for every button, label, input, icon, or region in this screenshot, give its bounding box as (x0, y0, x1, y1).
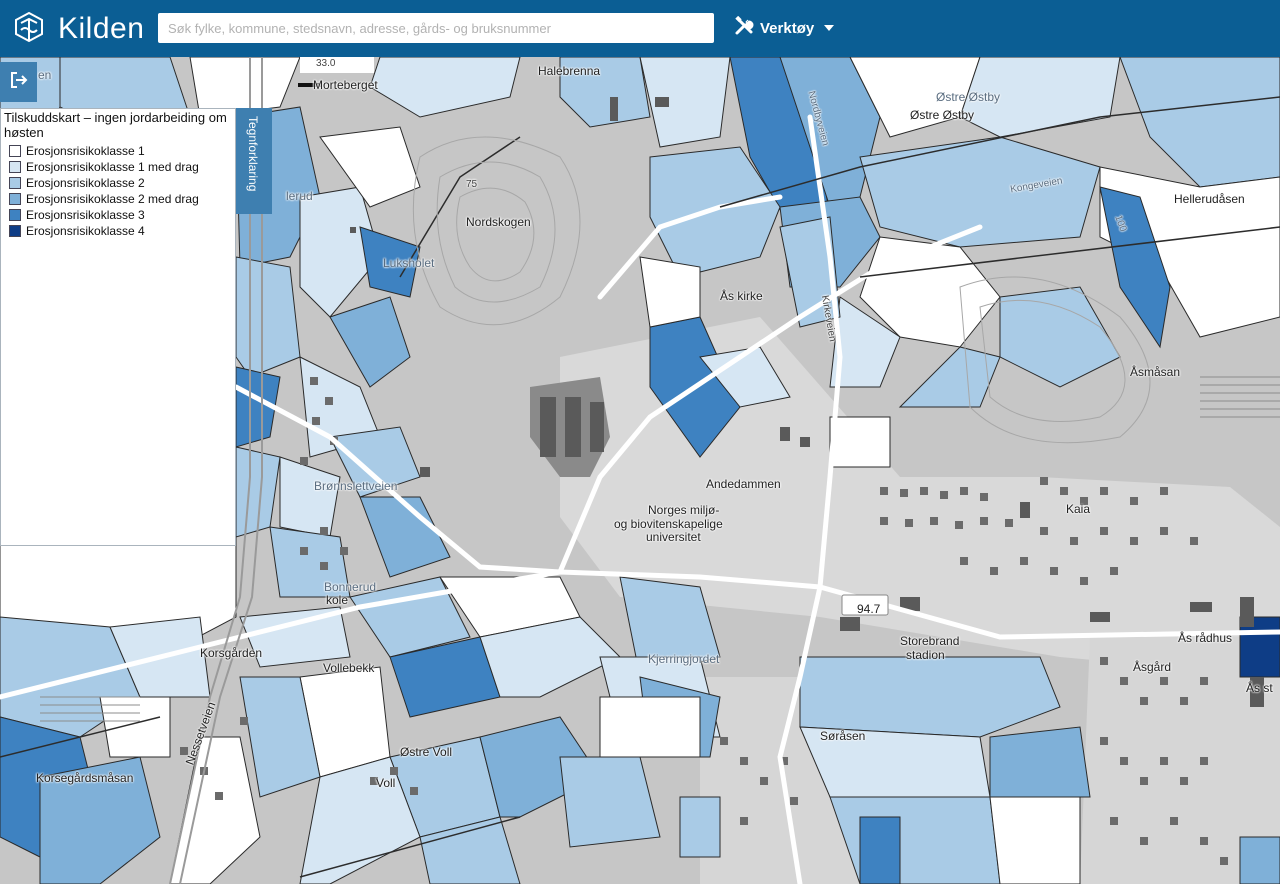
kilden-logo-icon (12, 10, 46, 49)
place-label-voll: Voll (376, 776, 396, 790)
legend-swatch (9, 177, 21, 189)
road-label-bronnslettveien: Brønnslettveien (314, 479, 398, 493)
legend-title: Tilskuddskart – ingen jordarbeiding om h… (4, 110, 227, 140)
place-label-asgard: Åsgård (1133, 660, 1172, 674)
legend-item-class-1-drag: Erosjonsrisikoklasse 1 med drag (4, 159, 232, 175)
place-label-ostre-ostby-1: Østre Østby (936, 90, 1001, 104)
legend-item-label: Erosjonsrisikoklasse 3 (26, 208, 145, 222)
legend-item-class-4: Erosjonsrisikoklasse 4 (4, 223, 232, 239)
place-label-kjerringjordet: Kjerringjordet (648, 652, 720, 666)
place-label-ostre-ostby-2: Østre Østby (910, 108, 975, 122)
panel-toggle-button[interactable] (0, 62, 37, 102)
place-label-as-kirke: Ås kirke (720, 289, 763, 303)
legend-item-label: Erosjonsrisikoklasse 2 med drag (26, 192, 199, 206)
place-label-en: en (38, 68, 52, 82)
place-label-hellerudasen: Hellerudåsen (1174, 192, 1245, 206)
place-label-nmbu-line3: universitet (646, 530, 701, 544)
legend-tab[interactable]: Tegnforklaring (236, 108, 272, 214)
legend-item-label: Erosjonsrisikoklasse 4 (26, 224, 145, 238)
place-label-korsgarden: Korsgården (200, 646, 263, 660)
place-label-morteberget: Morteberget (313, 78, 378, 92)
legend-swatch (9, 161, 21, 173)
legend-swatch (9, 209, 21, 221)
chevron-down-icon (824, 25, 835, 31)
place-label-korsegardsmasan: Korsegårdsmåsan (36, 771, 134, 785)
legend-item-label: Erosjonsrisikoklasse 2 (26, 176, 145, 190)
place-label-stadion: stadion (906, 648, 945, 662)
place-label-nordskogen: Nordskogen (466, 215, 531, 229)
place-label-soras: Søråsen (820, 729, 866, 743)
place-label-as-radhus: Ås rådhus (1178, 631, 1233, 645)
place-label-asmasan: Åsmåsan (1130, 365, 1181, 379)
legend-swatch (9, 225, 21, 237)
legend-item-class-3: Erosjonsrisikoklasse 3 (4, 207, 232, 223)
legend-panel: Tilskuddskart – ingen jordarbeiding om h… (0, 108, 236, 546)
tools-label: Verktøy (760, 19, 815, 37)
place-label-as-st: Ås st (1246, 681, 1273, 695)
sign-out-icon (9, 70, 29, 95)
place-label-lerud: lerud (286, 189, 313, 203)
legend-swatch (9, 145, 21, 157)
legend-item-label: Erosjonsrisikoklasse 1 med drag (26, 160, 199, 174)
place-label-storebrand: Storebrand (900, 634, 960, 648)
legend-tab-label: Tegnforklaring (246, 116, 260, 192)
legend-item-class-1: Erosjonsrisikoklasse 1 (4, 143, 232, 159)
place-label-bonnerud-kole: kole (326, 593, 349, 607)
elevation-label-94-7: 94.7 (857, 602, 881, 616)
legend-item-class-2-drag: Erosjonsrisikoklasse 2 med drag (4, 191, 232, 207)
place-label-kaia: Kaia (1066, 502, 1091, 516)
legend-item-label: Erosjonsrisikoklasse 1 (26, 144, 145, 158)
search-input[interactable] (158, 13, 714, 43)
legend-swatch (9, 193, 21, 205)
place-label-andedammen: Andedammen (706, 477, 781, 491)
app-name: Kilden (58, 12, 145, 45)
place-label-luksholet: Luksholet (383, 256, 435, 270)
place-label-halebrenna: Halebrenna (538, 64, 601, 78)
elevation-label-33: 33.0 (316, 58, 336, 69)
top-bar: Kilden Verktøy (0, 0, 1280, 57)
brand[interactable]: Kilden (12, 10, 144, 48)
place-label-vollebekk: Vollebekk (323, 661, 375, 675)
place-label-nmbu-line1: Norges miljø- (648, 503, 720, 517)
tools-menu-button[interactable]: Verktøy (734, 15, 835, 40)
elevation-label-75: 75 (466, 179, 478, 190)
place-label-ostre-voll: Østre Voll (400, 745, 453, 759)
legend-item-class-2: Erosjonsrisikoklasse 2 (4, 175, 232, 191)
tools-icon (734, 15, 754, 40)
